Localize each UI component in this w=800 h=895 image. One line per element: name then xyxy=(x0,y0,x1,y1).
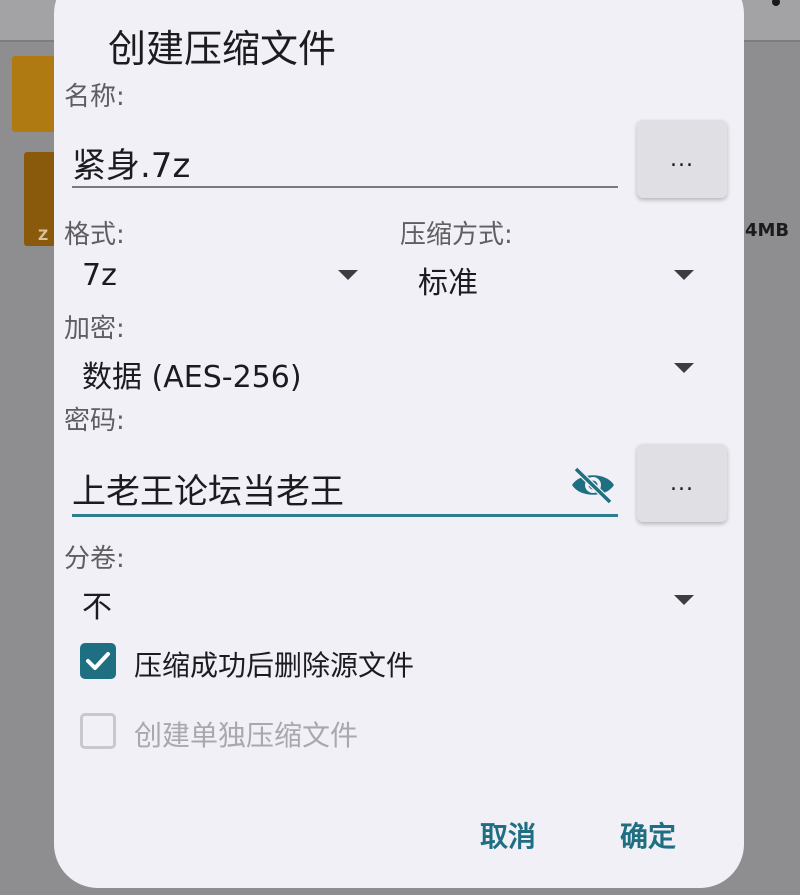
compression-dropdown-icon[interactable] xyxy=(674,270,694,280)
separate-archive-checkbox[interactable] xyxy=(80,713,116,749)
format-label: 格式: xyxy=(64,220,125,250)
name-browse-button[interactable]: ... xyxy=(637,120,727,198)
cancel-button[interactable]: 取消 xyxy=(480,815,536,855)
compression-select[interactable]: 标准 xyxy=(418,258,478,302)
ok-button[interactable]: 确定 xyxy=(620,815,676,855)
password-input[interactable]: 上老王论坛当老王 xyxy=(72,464,344,513)
password-label: 密码: xyxy=(64,406,125,436)
archive-file-letter: Z xyxy=(38,228,49,244)
password-input-underline xyxy=(72,514,618,517)
separate-archive-label[interactable]: 创建单独压缩文件 xyxy=(134,714,358,754)
split-volume-dropdown-icon[interactable] xyxy=(674,595,694,605)
more-dots-icon: ... xyxy=(670,146,694,172)
format-dropdown-icon[interactable] xyxy=(338,270,358,280)
split-volume-label: 分卷: xyxy=(64,544,125,574)
encryption-select[interactable]: 数据 (AES-256) xyxy=(82,352,302,396)
password-visibility-off-icon[interactable] xyxy=(568,466,618,504)
compression-label: 压缩方式: xyxy=(400,220,513,250)
format-select[interactable]: 7z xyxy=(82,258,117,293)
background-folder-icon xyxy=(12,56,58,132)
dialog-title: 创建压缩文件 xyxy=(108,27,337,71)
more-dots-icon: ... xyxy=(670,470,694,496)
background-file-size: 4MB xyxy=(745,220,790,241)
name-input-underline xyxy=(72,186,618,188)
encryption-label: 加密: xyxy=(64,314,125,344)
split-volume-select[interactable]: 不 xyxy=(82,582,112,626)
name-input[interactable]: 紧身.7z xyxy=(72,138,190,187)
create-archive-dialog: 创建压缩文件 名称: 紧身.7z ... 格式: 7z 压缩方式: 标准 加密:… xyxy=(54,0,744,888)
delete-source-checkbox[interactable] xyxy=(80,643,116,679)
password-more-button[interactable]: ... xyxy=(637,444,727,522)
background-archive-file-icon: Z xyxy=(24,152,58,246)
name-label: 名称: xyxy=(64,82,125,112)
delete-source-label[interactable]: 压缩成功后删除源文件 xyxy=(134,644,414,684)
encryption-dropdown-icon[interactable] xyxy=(674,363,694,373)
checkmark-icon xyxy=(86,652,110,670)
